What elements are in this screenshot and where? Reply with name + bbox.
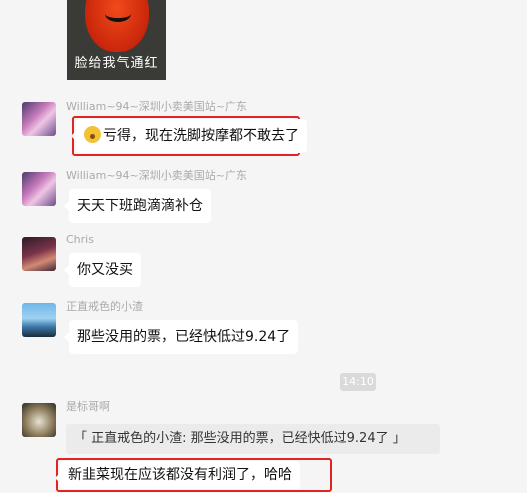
sender-name: 是标哥啊	[66, 400, 110, 413]
sticker-caption: 脸给我气通红	[74, 56, 159, 71]
sender-name: 正直戒色的小渣	[66, 300, 143, 313]
sender-name: William~94~深圳小卖美国站~广东	[66, 169, 247, 182]
sender-name: William~94~深圳小卖美国站~广东	[66, 100, 247, 113]
angry-face-graphic	[85, 0, 149, 52]
message-text: 亏得，现在洗脚按摩都不敢去了	[103, 128, 299, 144]
avatar[interactable]	[22, 303, 56, 337]
avatar[interactable]	[22, 403, 56, 437]
message-bubble[interactable]: 新韭菜现在应该都没有利润了，哈哈	[55, 461, 300, 489]
sticker-image[interactable]: 脸给我气通红	[67, 0, 166, 80]
message-text: 天天下班跑滴滴补仓	[77, 198, 203, 214]
avatar[interactable]	[22, 102, 56, 136]
message-text: 那些没用的票，已经快低过9.24了	[77, 329, 291, 345]
message-bubble[interactable]: 天天下班跑滴滴补仓	[64, 189, 211, 223]
message-bubble[interactable]: 亏得，现在洗脚按摩都不敢去了	[71, 119, 307, 153]
quoted-message[interactable]: 「 正直戒色的小渣: 那些没用的票，已经快低过9.24了 」	[66, 424, 440, 454]
emoji-icon	[84, 126, 101, 143]
avatar[interactable]	[22, 237, 56, 271]
sender-name: Chris	[66, 233, 94, 246]
message-bubble[interactable]: 那些没用的票，已经快低过9.24了	[63, 320, 299, 354]
avatar[interactable]	[22, 172, 56, 206]
message-text: 你又没买	[77, 262, 133, 278]
time-divider: 14:10	[340, 373, 376, 391]
message-text: 新韭菜现在应该都没有利润了，哈哈	[68, 467, 292, 483]
message-bubble[interactable]: 你又没买	[64, 253, 141, 287]
